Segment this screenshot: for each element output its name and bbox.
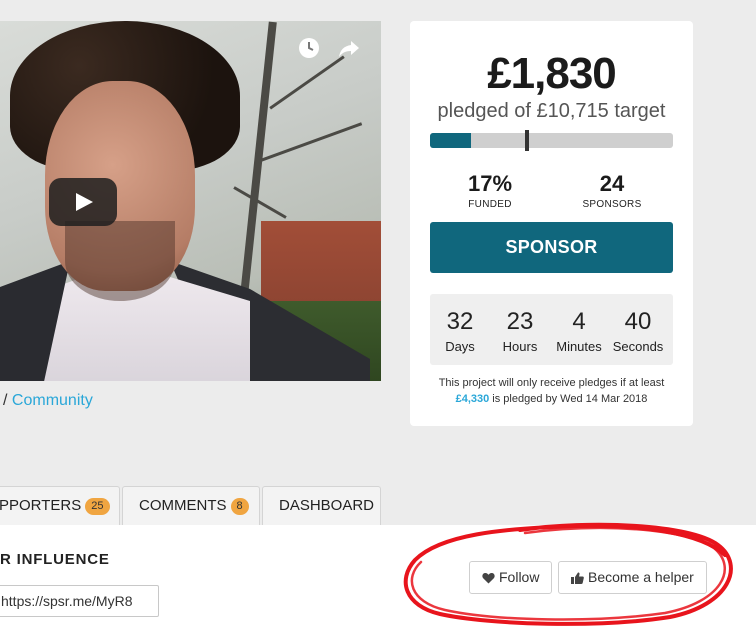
note-minimum-amount: £4,330: [455, 393, 490, 405]
progress-fill: [430, 133, 472, 148]
tab-dashboard-label: DASHBOARD: [279, 497, 375, 514]
follow-button[interactable]: Follow: [469, 561, 553, 594]
countdown-hours: 23 Hours: [490, 308, 550, 354]
video-thumbnail-person: [0, 21, 370, 381]
countdown-days-value: 32: [446, 308, 474, 335]
tree-branch: [257, 122, 363, 163]
play-icon[interactable]: [49, 178, 117, 226]
sponsors-label: SPONSORS: [582, 199, 642, 210]
heart-icon: [482, 572, 495, 584]
tab-dashboard[interactable]: DASHBOARD: [262, 486, 381, 525]
supporters-count-badge: 25: [85, 498, 110, 515]
video-player[interactable]: [0, 21, 381, 381]
tab-supporters-label: PPORTERS: [0, 497, 82, 514]
breadcrumb-link-community[interactable]: Community: [12, 392, 93, 409]
breadcrumb-separator: /: [3, 392, 8, 409]
countdown-timer: 32 Days 23 Hours 4 Minutes 40 Seconds: [430, 294, 673, 365]
tab-comments[interactable]: COMMENTS 8: [122, 486, 260, 525]
follow-label: Follow: [499, 569, 540, 585]
note-suffix: is pledged by Wed 14 Mar 2018: [492, 393, 648, 405]
tab-comments-label: COMMENTS: [139, 497, 227, 514]
countdown-hours-label: Hours: [502, 339, 538, 354]
countdown-days: 32 Days: [430, 308, 490, 354]
funded-value: 17%: [467, 171, 513, 196]
helper-label: Become a helper: [588, 569, 694, 585]
countdown-hours-value: 23: [506, 308, 534, 335]
clock-icon[interactable]: [298, 37, 320, 59]
sponsors-value: 24: [599, 171, 625, 196]
funding-panel: £1,830 pledged of £10,715 target 17% FUN…: [410, 21, 693, 426]
sponsors-stat: 24 SPONSORS: [557, 171, 667, 210]
countdown-days-label: Days: [445, 339, 475, 354]
share-arrow-icon[interactable]: [338, 37, 360, 59]
funding-progress-bar: [430, 130, 673, 151]
tree-branch: [269, 55, 345, 110]
funded-label: FUNDED: [468, 199, 512, 210]
influence-heading: R INFLUENCE: [0, 551, 110, 568]
breadcrumb: / Community: [3, 392, 93, 410]
funded-stat: 17% FUNDED: [435, 171, 545, 210]
thumbs-up-icon: [571, 572, 584, 584]
note-prefix: This project will only receive pledges i…: [438, 377, 665, 389]
become-helper-button[interactable]: Become a helper: [558, 561, 707, 594]
pledge-target: pledged of £10,715 target: [437, 100, 666, 122]
countdown-seconds-value: 40: [624, 308, 652, 335]
countdown-seconds-label: Seconds: [612, 339, 664, 354]
tab-supporters[interactable]: PPORTERS 25: [0, 486, 120, 525]
minimum-target-marker: [525, 130, 530, 151]
comments-count-badge: 8: [230, 498, 249, 515]
countdown-minutes-value: 4: [572, 308, 586, 335]
countdown-minutes-label: Minutes: [556, 339, 602, 354]
share-link-field[interactable]: [0, 585, 159, 617]
minimum-pledge-note: This project will only receive pledges i…: [420, 375, 683, 407]
countdown-minutes: 4 Minutes: [549, 308, 609, 354]
countdown-seconds: 40 Seconds: [608, 308, 668, 354]
sponsor-button[interactable]: SPONSOR: [430, 222, 673, 273]
pledged-amount: £1,830: [487, 49, 617, 98]
